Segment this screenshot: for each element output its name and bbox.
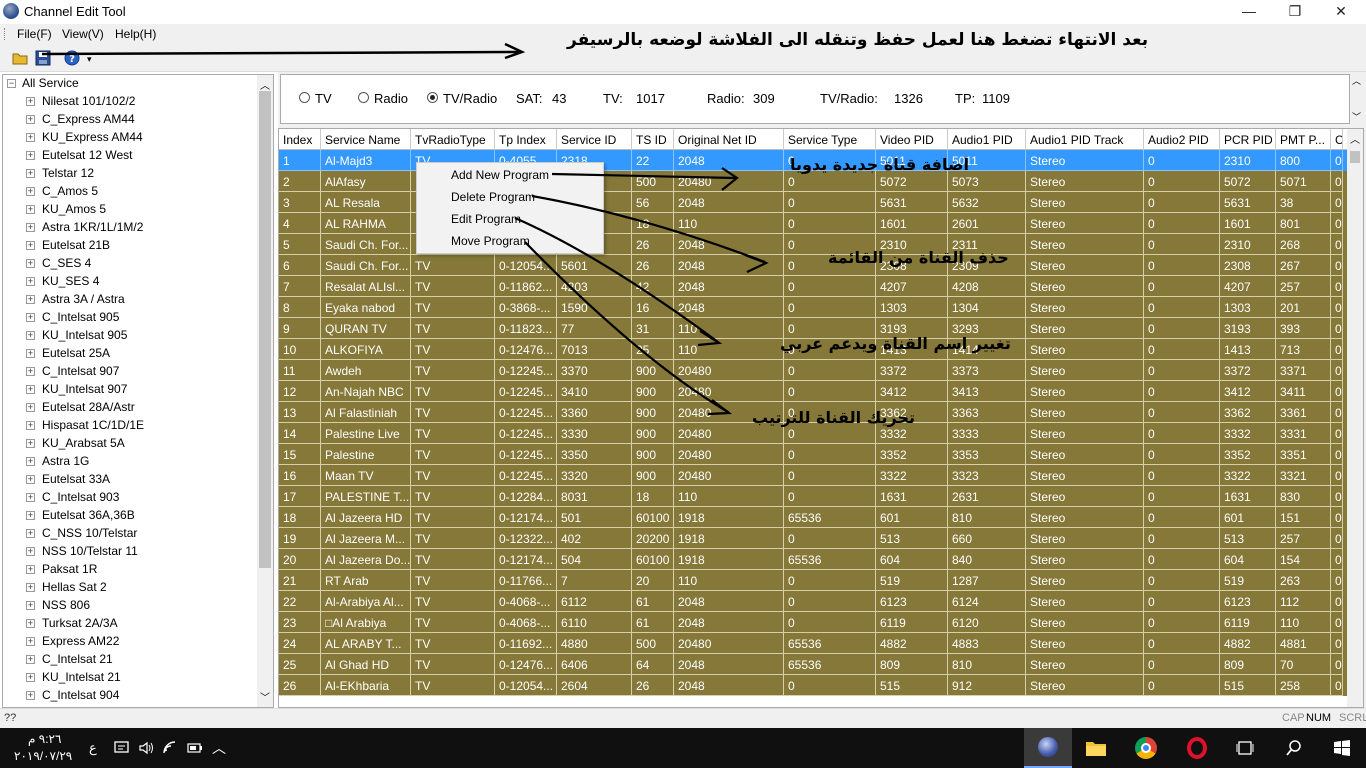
add-annotation: اضافة قناة جديدة يدويا	[790, 155, 969, 174]
edit-annotation: تغيير اسم القناة ويدعم عربي	[780, 334, 1011, 353]
add-arrow	[551, 172, 736, 180]
app-globe-icon	[1038, 737, 1058, 757]
clock-time[interactable]: ٩:٢٦ م	[28, 732, 61, 746]
edit-arrow	[514, 216, 719, 343]
opera-icon	[1187, 737, 1207, 759]
annotation-arrows	[514, 167, 769, 416]
search-icon[interactable]	[1285, 739, 1303, 757]
chrome-taskbar-app[interactable]	[1122, 728, 1170, 768]
network-icon[interactable]	[162, 740, 178, 756]
file-explorer-taskbar-app[interactable]	[1072, 728, 1120, 768]
taskbar: ٩:٢٦ م ٢٠١٩/٠٧/٢٩ ع ︿	[0, 728, 1366, 768]
volume-icon[interactable]	[138, 740, 154, 756]
status-text: ??	[4, 712, 17, 724]
chrome-icon	[1135, 737, 1157, 759]
clock-date[interactable]: ٢٠١٩/٠٧/٢٩	[14, 749, 72, 763]
scroll-indicator: SCRL	[1339, 712, 1366, 724]
num-indicator: NUM	[1306, 712, 1332, 724]
channel-edit-tool-taskbar-app[interactable]	[1024, 728, 1072, 768]
delete-arrow	[531, 194, 766, 264]
folder-icon	[1086, 742, 1106, 756]
battery-icon[interactable]	[186, 740, 204, 756]
notification-icon[interactable]	[114, 740, 130, 756]
delete-annotation: حذف القناة من القائمة	[828, 248, 1009, 267]
opera-taskbar-app[interactable]	[1172, 728, 1220, 768]
status-bar: ?? CAP NUM SCRL	[0, 708, 1366, 728]
show-hidden-icons-icon[interactable]: ︿	[212, 738, 226, 758]
language-indicator[interactable]: ع	[89, 740, 97, 756]
task-view-icon[interactable]	[1236, 740, 1254, 756]
windows-start-icon[interactable]	[1333, 739, 1351, 757]
move-annotation: تحريك القناة للترتيب	[752, 408, 916, 427]
caps-indicator: CAP	[1282, 712, 1305, 724]
